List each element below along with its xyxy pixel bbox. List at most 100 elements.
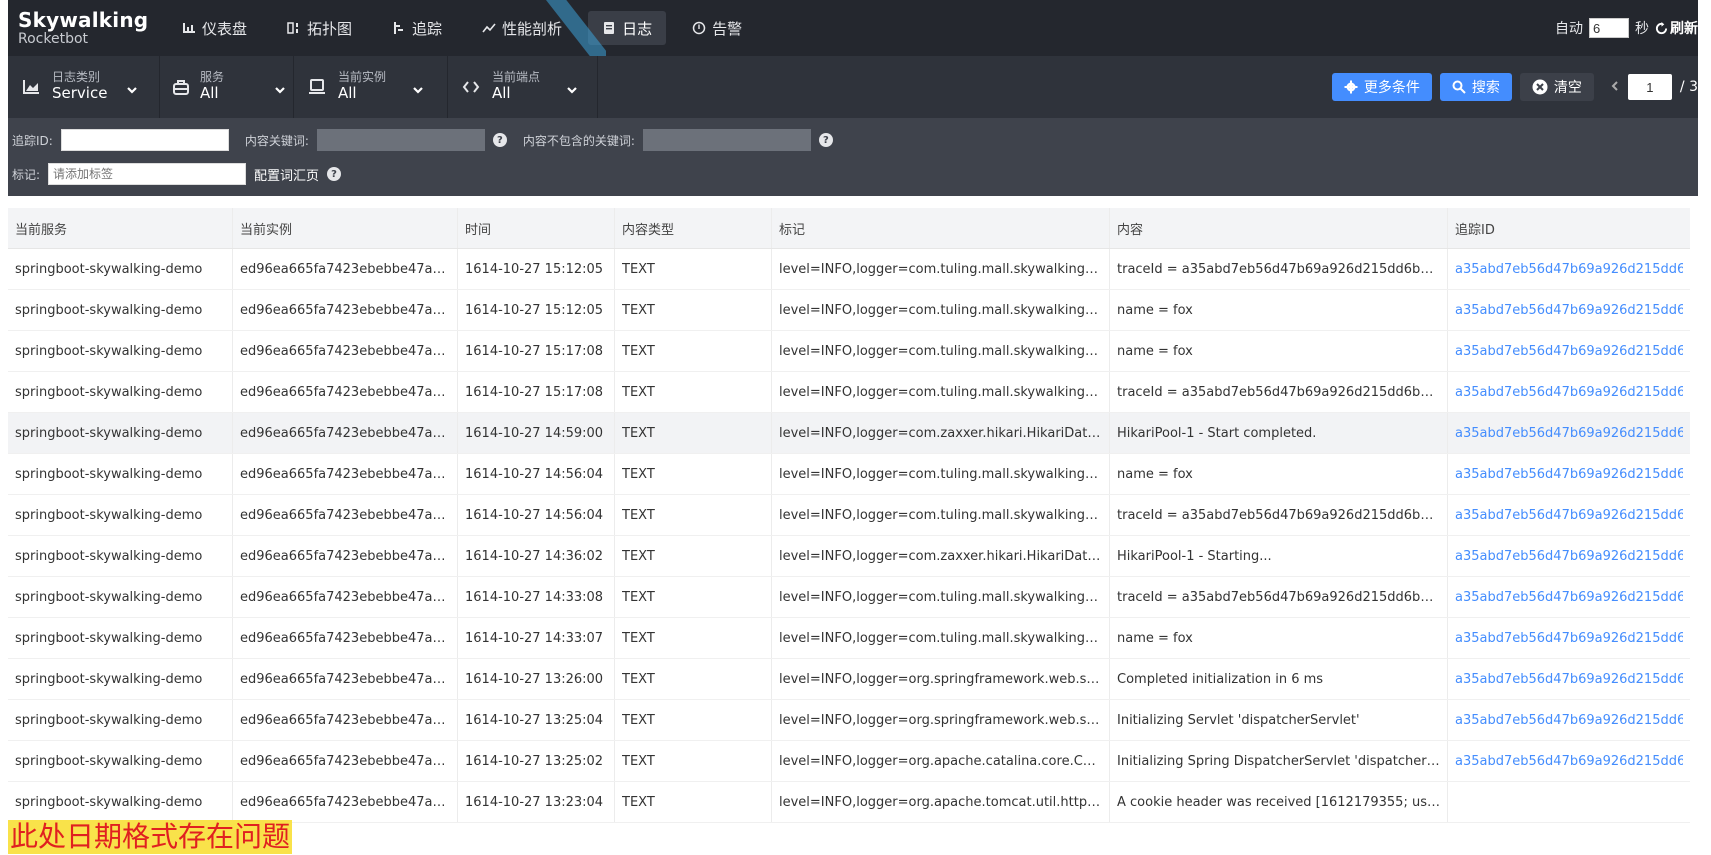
logo[interactable]: Skywalking Rocketbot xyxy=(8,10,168,46)
nav-alarm[interactable]: 告警 xyxy=(678,11,756,45)
table-row[interactable]: springboot-skywalking-demo ed96ea665fa742… xyxy=(8,249,1690,290)
interval-unit: 秒 xyxy=(1635,21,1649,37)
filter-endpoint[interactable]: 当前端点 All xyxy=(448,56,598,118)
nav-dashboard[interactable]: 仪表盘 xyxy=(168,11,261,45)
keyword-input[interactable] xyxy=(316,129,485,151)
content-cell-text: Initializing Spring DispatcherServlet 'd… xyxy=(1117,753,1440,769)
prev-page-button[interactable] xyxy=(1610,79,1620,95)
filter-value: All xyxy=(200,84,219,103)
content-cell-text: name = fox xyxy=(1117,466,1193,482)
content-cell: traceId = a35abd7eb56d47b69a926d215dd6b6… xyxy=(1110,495,1448,535)
trace-id-cell[interactable]: a35abd7eb56d47b69a926d215dd6l xyxy=(1448,577,1690,617)
tag-cell: level=INFO,logger=com.tuling.mall.skywal… xyxy=(772,577,1110,617)
nav-topology[interactable]: 拓扑图 xyxy=(273,11,366,45)
tag-cell: level=INFO,logger=com.tuling.mall.skywal… xyxy=(772,372,1110,412)
tag-cell: level=INFO,logger=com.tuling.mall.skywal… xyxy=(772,495,1110,535)
content-cell: HikariPool-1 - Starting... xyxy=(1110,536,1448,576)
trace-id-cell[interactable]: a35abd7eb56d47b69a926d215dd6l xyxy=(1448,249,1690,289)
instance-cell: ed96ea665fa7423ebebbe47a7... xyxy=(233,700,458,740)
time-cell-text: 1614-10-27 14:59:00 xyxy=(465,425,604,441)
exclude-keyword-label: 内容不包含的关键词: xyxy=(522,133,635,148)
trace-id-cell[interactable]: a35abd7eb56d47b69a926d215dd6l xyxy=(1448,454,1690,494)
more-conditions-button[interactable]: 更多条件 xyxy=(1331,73,1432,101)
table-row[interactable]: springboot-skywalking-demo ed96ea665fa742… xyxy=(8,618,1690,659)
trace-id-cell-text[interactable]: a35abd7eb56d47b69a926d215dd6l xyxy=(1455,303,1683,318)
page-input[interactable] xyxy=(1627,74,1672,100)
table-row[interactable]: springboot-skywalking-demo ed96ea665fa742… xyxy=(8,782,1690,823)
table-row[interactable]: springboot-skywalking-demo ed96ea665fa742… xyxy=(8,659,1690,700)
tag-input[interactable] xyxy=(48,163,247,185)
content-cell-text: traceId = a35abd7eb56d47b69a926d215dd6b6… xyxy=(1117,384,1440,400)
filter-service[interactable]: 服务 All xyxy=(160,56,294,118)
time-cell-text: 1614-10-27 13:23:04 xyxy=(465,794,604,810)
trace-id-cell[interactable]: a35abd7eb56d47b69a926d215dd6l xyxy=(1448,741,1690,781)
service-cell: springboot-skywalking-demo xyxy=(8,618,233,658)
filter-instance[interactable]: 当前实例 All xyxy=(294,56,448,118)
table-row[interactable]: springboot-skywalking-demo ed96ea665fa742… xyxy=(8,290,1690,331)
service-cell: springboot-skywalking-demo xyxy=(8,413,233,453)
instance-cell: ed96ea665fa7423ebebbe47a7... xyxy=(233,782,458,822)
nav-profile[interactable]: 性能剖析 xyxy=(468,11,576,45)
table-row[interactable]: springboot-skywalking-demo ed96ea665fa742… xyxy=(8,536,1690,577)
trace-id-cell[interactable]: a35abd7eb56d47b69a926d215dd6l xyxy=(1448,331,1690,371)
table-row[interactable]: springboot-skywalking-demo ed96ea665fa742… xyxy=(8,577,1690,618)
time-cell: 1614-10-27 13:26:00 xyxy=(458,659,615,699)
tag-cell: level=INFO,logger=com.tuling.mall.skywal… xyxy=(772,618,1110,658)
refresh-button[interactable]: 刷新 xyxy=(1655,18,1698,38)
table-row[interactable]: springboot-skywalking-demo ed96ea665fa742… xyxy=(8,331,1690,372)
service-icon xyxy=(173,80,189,95)
content-cell-text: HikariPool-1 - Start completed. xyxy=(1117,425,1317,441)
trace-id-cell-text[interactable]: a35abd7eb56d47b69a926d215dd6l xyxy=(1455,549,1683,564)
time-cell-text: 1614-10-27 14:56:04 xyxy=(465,507,604,523)
trace-id-cell-text[interactable]: a35abd7eb56d47b69a926d215dd6l xyxy=(1455,713,1683,728)
trace-id-cell-text[interactable]: a35abd7eb56d47b69a926d215dd6l xyxy=(1455,426,1683,441)
trace-id-cell-text[interactable]: a35abd7eb56d47b69a926d215dd6l xyxy=(1455,344,1683,359)
time-cell: 1614-10-27 14:56:04 xyxy=(458,454,615,494)
vocab-config-link[interactable]: 配置词汇页 ? xyxy=(254,165,342,184)
trace-id-cell-text[interactable]: a35abd7eb56d47b69a926d215dd6l xyxy=(1455,385,1683,400)
search-button[interactable]: 搜索 xyxy=(1439,73,1512,101)
time-cell: 1614-10-27 14:59:00 xyxy=(458,413,615,453)
service-cell: springboot-skywalking-demo xyxy=(8,495,233,535)
tag-cell-text: level=INFO,logger=com.tuling.mall.skywal… xyxy=(779,466,1102,482)
clear-button[interactable]: 清空 xyxy=(1519,73,1594,101)
content-type-cell: TEXT xyxy=(615,618,772,658)
trace-id-cell[interactable]: a35abd7eb56d47b69a926d215dd6l xyxy=(1448,372,1690,412)
table-row[interactable]: springboot-skywalking-demo ed96ea665fa742… xyxy=(8,454,1690,495)
search-icon xyxy=(1452,80,1466,94)
table-row[interactable]: springboot-skywalking-demo ed96ea665fa742… xyxy=(8,495,1690,536)
trace-id-cell[interactable]: a35abd7eb56d47b69a926d215dd6l xyxy=(1448,536,1690,576)
refresh-interval-input[interactable] xyxy=(1589,18,1629,38)
trace-id-cell[interactable]: a35abd7eb56d47b69a926d215dd6l xyxy=(1448,618,1690,658)
help-icon[interactable]: ? xyxy=(818,133,833,147)
table-row[interactable]: springboot-skywalking-demo ed96ea665fa742… xyxy=(8,413,1690,454)
service-cell-text: springboot-skywalking-demo xyxy=(15,466,203,482)
table-row[interactable]: springboot-skywalking-demo ed96ea665fa742… xyxy=(8,741,1690,782)
trace-id-cell[interactable]: a35abd7eb56d47b69a926d215dd6l xyxy=(1448,495,1690,535)
top-nav: Skywalking Rocketbot 仪表盘 拓扑图 追踪 性能剖析 日志 … xyxy=(8,0,1698,56)
trace-id-cell-text[interactable]: a35abd7eb56d47b69a926d215dd6l xyxy=(1455,467,1683,482)
trace-id-cell[interactable] xyxy=(1448,782,1690,822)
trace-id-cell-text[interactable]: a35abd7eb56d47b69a926d215dd6l xyxy=(1455,262,1683,277)
exclude-keyword-input[interactable] xyxy=(642,129,811,151)
table-row[interactable]: springboot-skywalking-demo ed96ea665fa742… xyxy=(8,372,1690,413)
trace-id-input[interactable] xyxy=(60,129,229,151)
trace-id-cell[interactable]: a35abd7eb56d47b69a926d215dd6l xyxy=(1448,290,1690,330)
filter-log-category[interactable]: 日志类别 Service xyxy=(8,56,160,118)
trace-id-cell-text[interactable]: a35abd7eb56d47b69a926d215dd6l xyxy=(1455,631,1683,646)
nav-trace[interactable]: 追踪 xyxy=(378,11,456,45)
trace-id-cell-text[interactable]: a35abd7eb56d47b69a926d215dd6l xyxy=(1455,590,1683,605)
trace-id-cell-text[interactable]: a35abd7eb56d47b69a926d215dd6l xyxy=(1455,754,1683,769)
table-row[interactable]: springboot-skywalking-demo ed96ea665fa742… xyxy=(8,700,1690,741)
help-icon[interactable]: ? xyxy=(492,133,507,147)
time-cell: 1614-10-27 15:17:08 xyxy=(458,331,615,371)
search-label: 搜索 xyxy=(1471,80,1500,96)
trace-id-cell-text[interactable]: a35abd7eb56d47b69a926d215dd6l xyxy=(1455,508,1683,523)
help-icon[interactable]: ? xyxy=(327,167,342,181)
trace-id-cell[interactable]: a35abd7eb56d47b69a926d215dd6l xyxy=(1448,659,1690,699)
trace-id-cell-text[interactable]: a35abd7eb56d47b69a926d215dd6l xyxy=(1455,672,1683,687)
trace-id-cell[interactable]: a35abd7eb56d47b69a926d215dd6l xyxy=(1448,413,1690,453)
nav-log[interactable]: 日志 xyxy=(588,11,667,45)
service-cell-text: springboot-skywalking-demo xyxy=(15,671,203,687)
trace-id-cell[interactable]: a35abd7eb56d47b69a926d215dd6l xyxy=(1448,700,1690,740)
